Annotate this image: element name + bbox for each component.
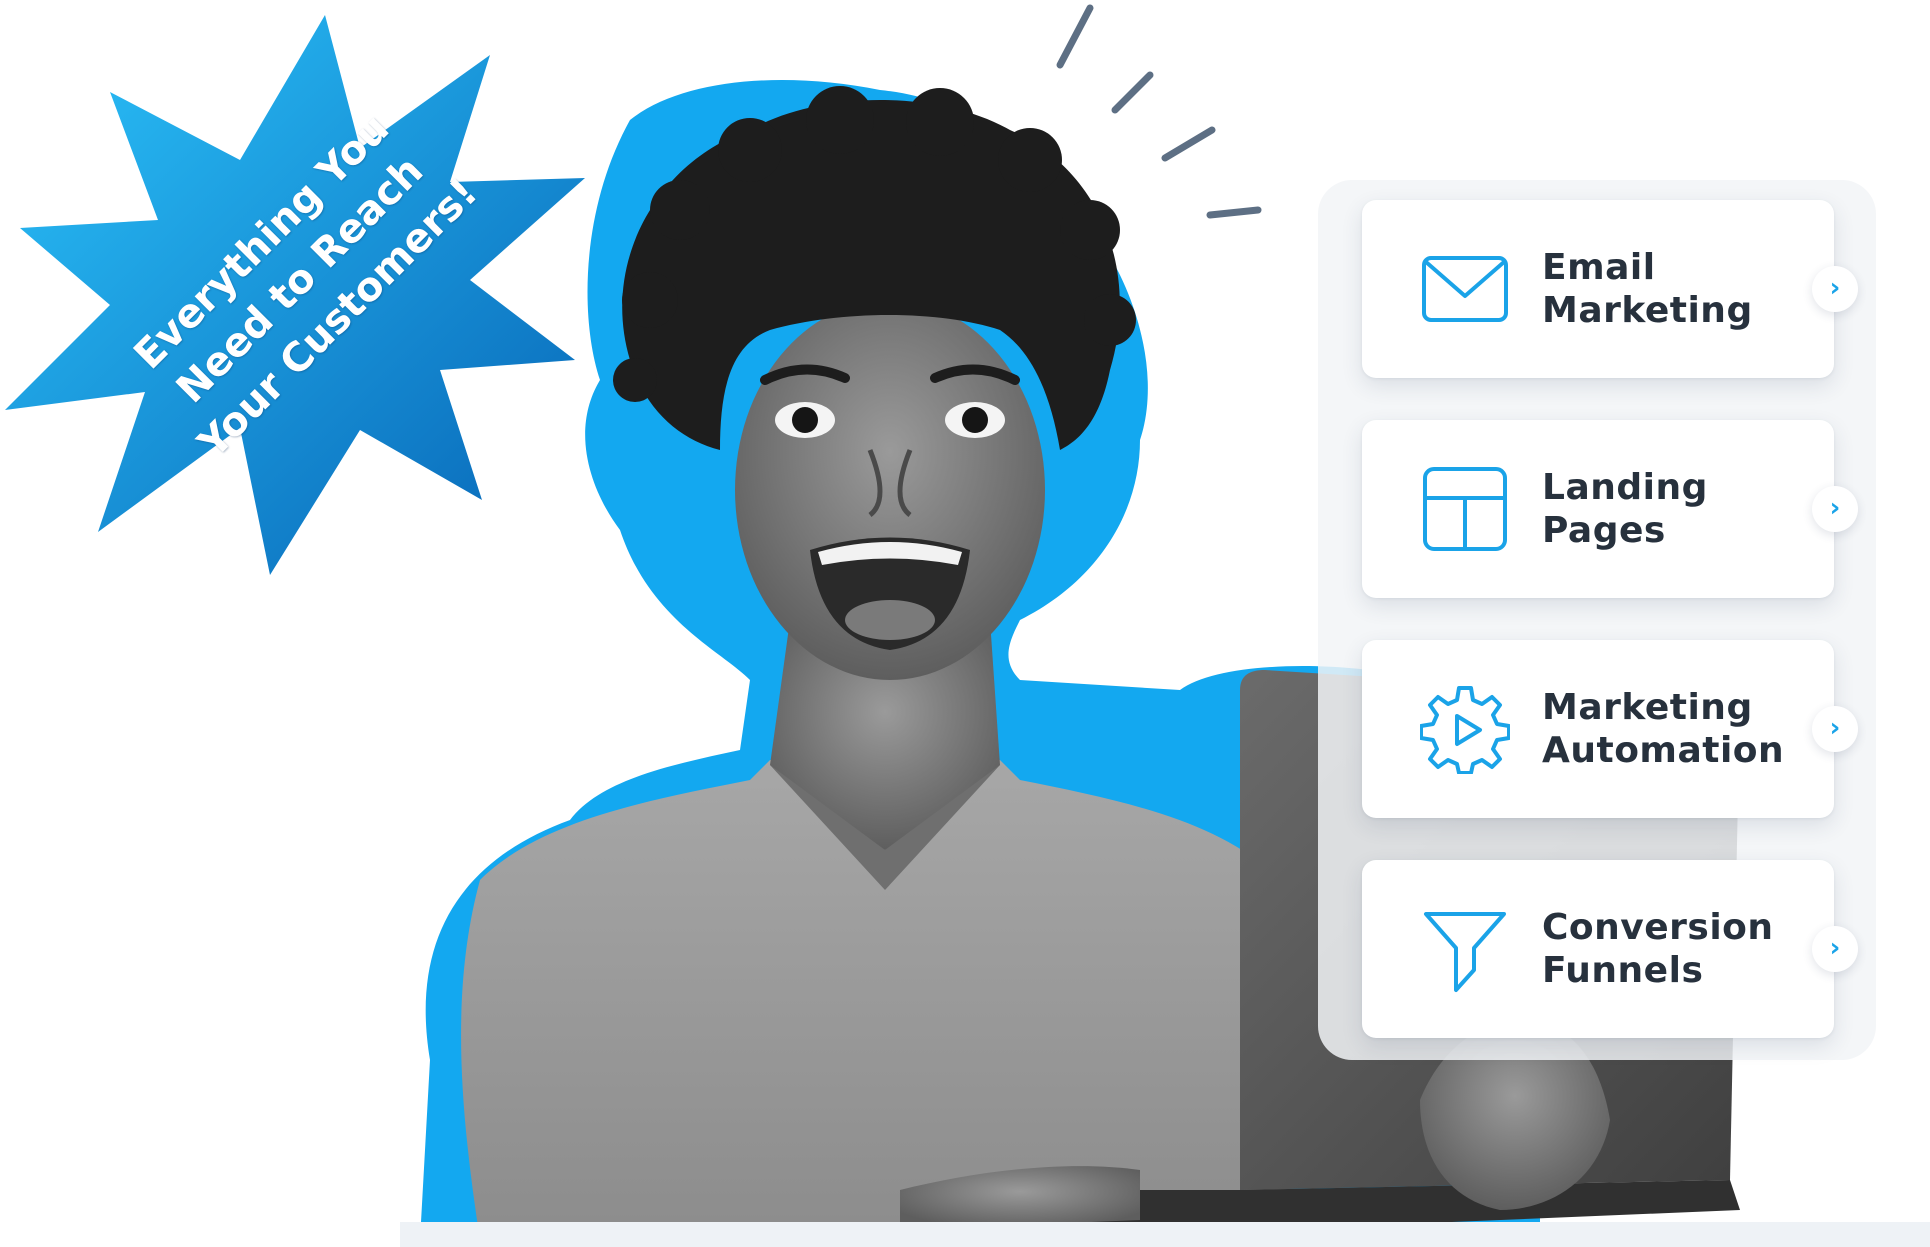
feature-card-label: Marketing Automation (1542, 686, 1832, 772)
feature-card-label-line-1: Email (1542, 247, 1656, 288)
feature-card-label-line-2: Pages (1542, 510, 1666, 551)
feature-card-label: Conversion Funnels (1542, 906, 1832, 992)
feature-card-label-line-2: Funnels (1542, 950, 1704, 991)
feature-card-marketing-automation[interactable]: Marketing Automation › (1362, 640, 1858, 818)
bottom-band (400, 1222, 1930, 1247)
chevron-right-icon[interactable]: › (1812, 486, 1858, 532)
promo-canvas: Everything You Need to Reach Your Custom… (0, 0, 1930, 1247)
chevron-right-icon[interactable]: › (1812, 706, 1858, 752)
feature-card-label: Landing Pages (1542, 466, 1832, 552)
feature-card-list: Email Marketing › Landing Pages › Market… (1362, 200, 1858, 1080)
feature-card-label: Email Marketing (1542, 246, 1832, 332)
feature-card-label-line-1: Landing (1542, 467, 1708, 508)
feature-card-label-line-1: Conversion (1542, 907, 1774, 948)
feature-card-label-line-2: Marketing (1542, 290, 1753, 331)
feature-card-conversion-funnels[interactable]: Conversion Funnels › (1362, 860, 1858, 1038)
gear-play-icon (1420, 686, 1510, 774)
funnel-icon (1424, 912, 1506, 992)
feature-card-label-line-1: Marketing (1542, 687, 1753, 728)
feature-card-landing-pages[interactable]: Landing Pages › (1362, 420, 1858, 598)
page-layout-icon (1423, 467, 1507, 551)
feature-card-label-line-2: Automation (1542, 730, 1785, 771)
envelope-icon (1422, 256, 1508, 322)
chevron-right-icon[interactable]: › (1812, 926, 1858, 972)
chevron-right-icon[interactable]: › (1812, 266, 1858, 312)
feature-card-email-marketing[interactable]: Email Marketing › (1362, 200, 1858, 378)
